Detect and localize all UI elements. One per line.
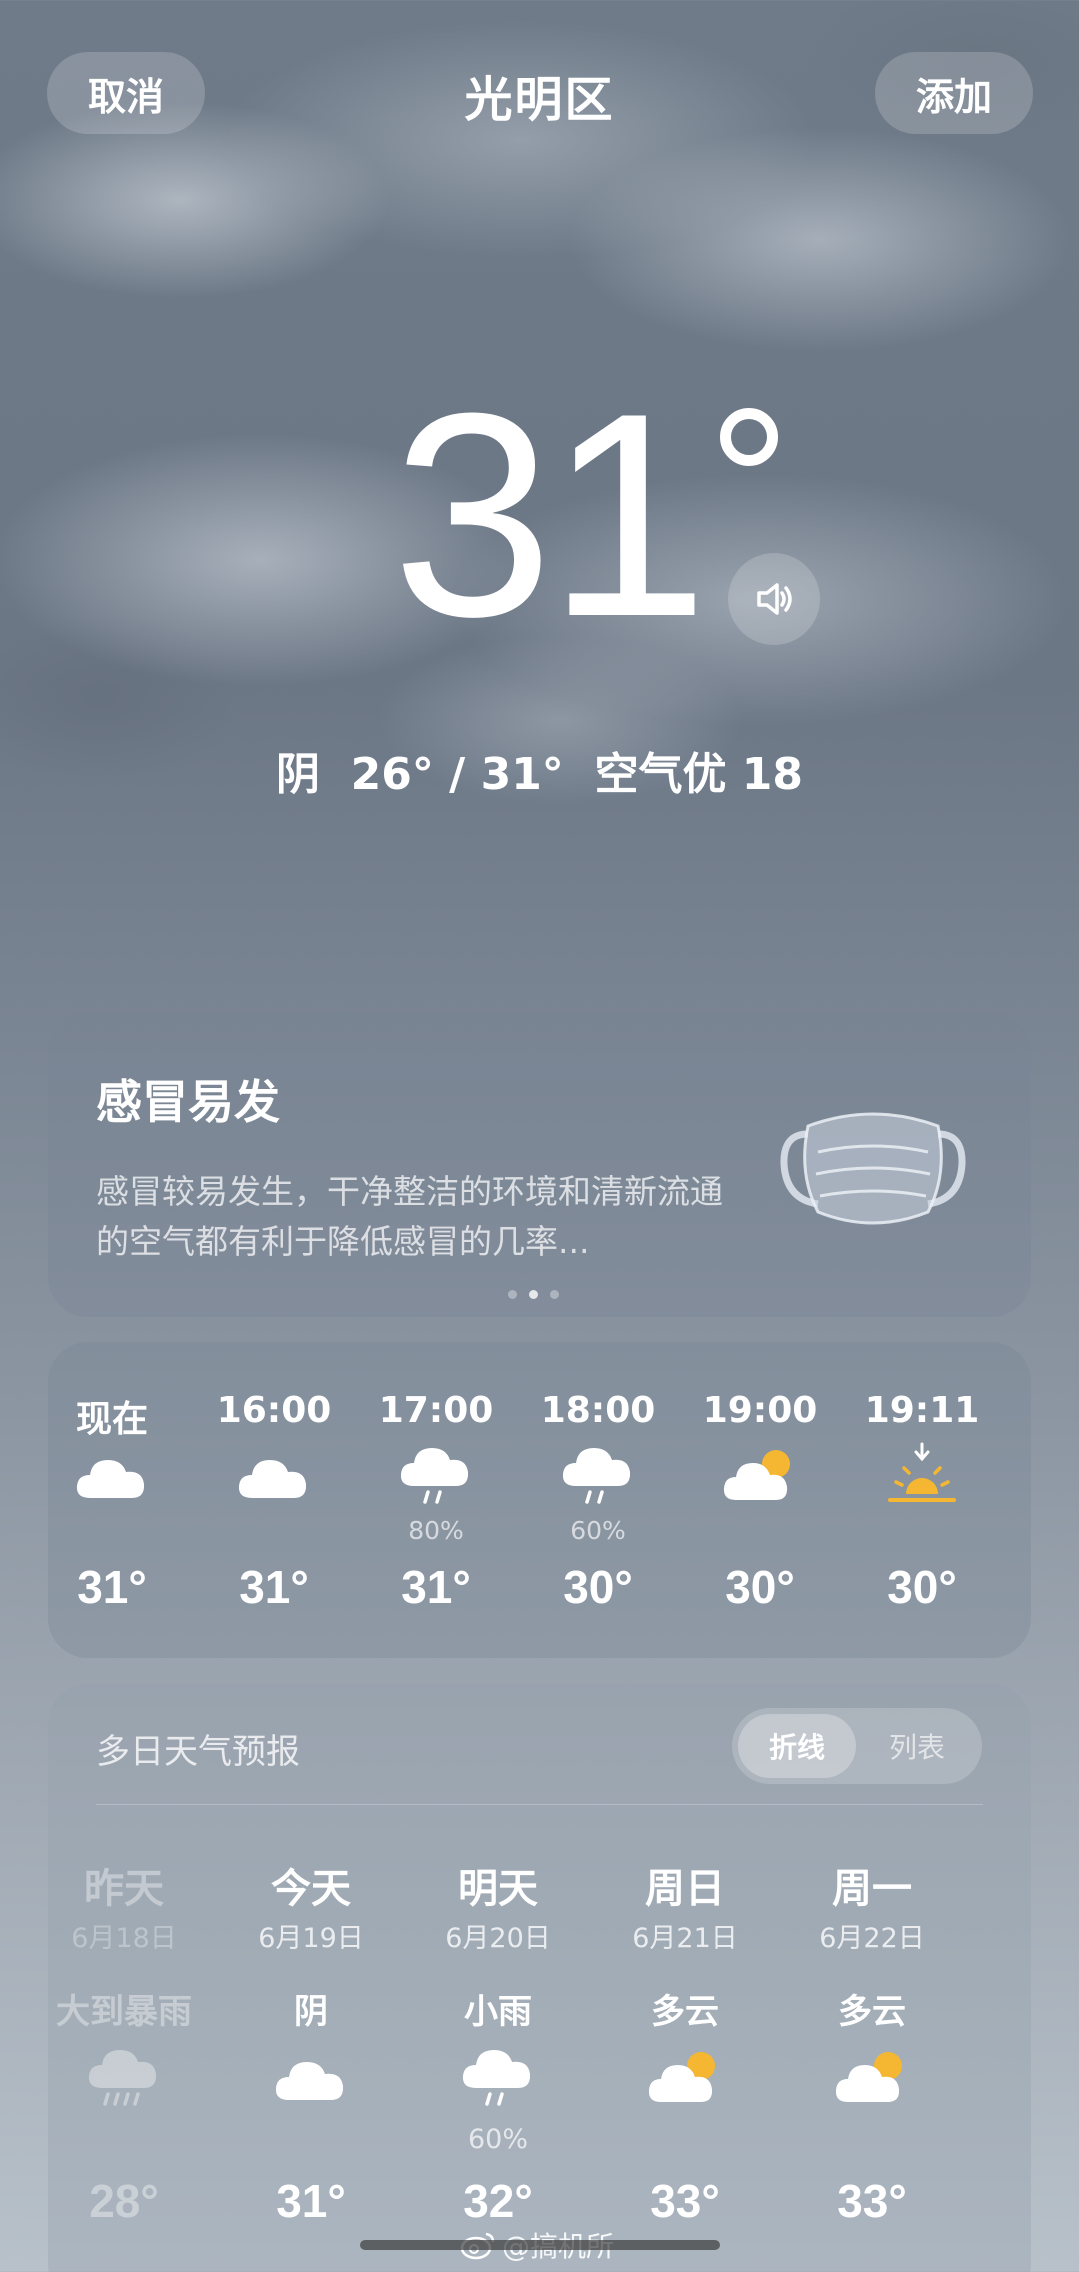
toggle-line-view[interactable]: 折线: [738, 1714, 856, 1778]
cloud-icon: [271, 2044, 351, 2114]
rain-cloud-icon: [558, 1442, 638, 1512]
daily-forecast-title: 多日天气预报: [96, 1732, 300, 1772]
current-temperature: 31: [392, 353, 709, 677]
partly-cloudy-icon: [720, 1442, 800, 1512]
day-condition: 大到暴雨: [56, 1992, 192, 2032]
hourly-temp: 31°: [401, 1561, 471, 1613]
page-dot-active: [529, 1290, 538, 1299]
view-toggle[interactable]: 折线 列表: [732, 1708, 982, 1784]
hourly-temp: 31°: [77, 1561, 147, 1613]
page-dot: [508, 1290, 517, 1299]
day-name: 周日: [645, 1866, 725, 1912]
hourly-temp: 30°: [563, 1561, 633, 1613]
rain-cloud-icon: [458, 2044, 538, 2114]
hourly-time: 17:00: [378, 1390, 494, 1431]
tip-title: 感冒易发: [96, 1075, 280, 1129]
day-condition: 多云: [651, 1992, 719, 2032]
hourly-time: 19:00: [702, 1390, 818, 1431]
sunset-icon: [882, 1442, 962, 1512]
hourly-time: 18:00: [540, 1390, 656, 1431]
day-high-temp: 33°: [837, 2175, 907, 2227]
speaker-icon: [757, 583, 792, 615]
day-high-temp: 32°: [463, 2175, 533, 2227]
toggle-list-view[interactable]: 列表: [858, 1714, 976, 1778]
cloud-icon: [72, 1442, 152, 1512]
day-name: 明天: [458, 1866, 538, 1912]
heavy-rain-icon: [84, 2044, 164, 2114]
tip-card[interactable]: 感冒易发 感冒较易发生，干净整洁的环境和清新流通的空气都有利于降低感冒的几率..…: [48, 1012, 1031, 1317]
day-name: 今天: [271, 1866, 351, 1912]
hourly-temp: 30°: [725, 1561, 795, 1613]
day-name: 周一: [832, 1866, 912, 1912]
home-indicator[interactable]: [360, 2240, 720, 2250]
day-high-temp: 33°: [650, 2175, 720, 2227]
day-date: 6月20日: [445, 1923, 551, 1954]
page-dot: [550, 1290, 559, 1299]
hourly-time: 16:00: [216, 1390, 332, 1431]
divider: [96, 1804, 983, 1805]
add-button[interactable]: 添加: [875, 52, 1033, 134]
page-indicator: [508, 1290, 559, 1299]
degree-symbol: [720, 408, 778, 466]
face-mask-icon: [780, 1112, 966, 1225]
hourly-precip-prob: 60%: [570, 1516, 626, 1545]
day-name: 昨天: [84, 1866, 164, 1912]
day-condition: 阴: [294, 1992, 328, 2032]
day-date: 6月18日: [71, 1923, 177, 1954]
day-date: 6月21日: [632, 1923, 738, 1954]
day-precip-prob: 60%: [467, 2124, 528, 2155]
hourly-time: 现在: [75, 1399, 148, 1440]
day-date: 6月22日: [819, 1923, 925, 1954]
daily-forecast-card[interactable]: 多日天气预报 折线 列表 昨天 6月18日大到暴雨 28° 今天 6月19日阴 31° 明天…: [48, 1684, 1031, 2272]
day-condition: 多云: [838, 1992, 906, 2032]
cloud-icon: [234, 1442, 314, 1512]
speaker-button[interactable]: [728, 553, 820, 645]
weather-summary: 阴 26° / 31° 空气优 18: [276, 749, 803, 800]
hourly-temp: 30°: [887, 1561, 957, 1613]
partly-cloudy-icon: [645, 2044, 725, 2114]
day-condition: 小雨: [464, 1992, 532, 2032]
day-high-temp: 31°: [276, 2175, 346, 2227]
tip-text: 感冒较易发生，干净整洁的环境和清新流通的空气都有利于降低感冒的几率...: [96, 1172, 723, 1261]
hourly-temp: 31°: [239, 1561, 309, 1613]
day-high-temp: 28°: [89, 2175, 159, 2227]
hourly-precip-prob: 80%: [408, 1516, 464, 1545]
rain-cloud-icon: [396, 1442, 476, 1512]
hourly-time: 19:11: [864, 1390, 980, 1431]
hourly-forecast-card[interactable]: 现在 31° 16:00 31° 17:00 80% 31° 18:00 60% 30° 19:00…: [48, 1342, 1031, 1658]
day-date: 6月19日: [258, 1923, 364, 1954]
partly-cloudy-icon: [832, 2044, 912, 2114]
